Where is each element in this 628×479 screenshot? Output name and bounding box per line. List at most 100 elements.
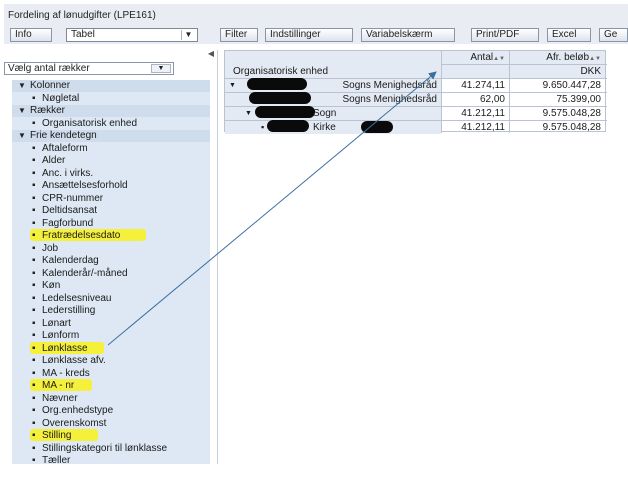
tree-item-label: Nøgletal [42,92,80,104]
tree-group-label: Kolonner [30,80,71,91]
tree-group-raekker[interactable]: ▼ Rækker [12,105,210,117]
cell-belob: 9.575.048,28 [542,122,601,133]
toolbar: Info Tabel ▼ Filter Indstillinger Variab… [10,28,628,44]
tree-group-label: Frie kendetegn [30,130,97,141]
collapse-triangle-icon[interactable]: ▼ [18,105,26,117]
collapse-triangle-icon[interactable]: ▼ [229,79,236,92]
collapse-triangle-icon[interactable]: ▼ [245,107,252,120]
tree-item-label: Job [42,242,59,254]
collapse-triangle-icon[interactable]: ▼ [18,130,26,142]
tree-item-label: Overenskomst [42,417,107,429]
filter-button[interactable]: Filter [220,28,258,42]
row-label: Sogns Menighedsråd [342,80,437,91]
left-panel: Vælg antal rækker ▼ ▼ Kolonner ▪ Nøgletal ▼ R… [4,50,218,466]
bullet-icon: ▪ [261,122,265,132]
tree-item-label: Org.enhedstype [42,405,114,416]
col-header-belob[interactable]: Afr. beløb▲▼ [509,51,605,64]
tree-item-label: Lønart [42,317,71,329]
col-header-antal[interactable]: Antal▲▼ [441,51,509,64]
bullet-icon: ▪ [32,342,36,354]
bullet-icon: ▪ [32,380,36,391]
tree-item-label: Lederstilling [42,305,96,316]
tree-item-label: Lønklasse afv. [42,355,106,366]
redaction-mark [361,121,393,133]
row-label: Sogns Menighedsråd [342,94,437,105]
bullet-icon: ▪ [32,242,36,254]
row-label: Sogn [313,108,337,119]
rows-count-select[interactable]: Vælg antal rækker ▼ [4,62,174,75]
bullet-icon: ▪ [32,367,36,379]
bullet-icon: ▪ [32,317,36,329]
tree-group-frie-kendetegn[interactable]: ▼ Frie kendetegn [12,130,210,142]
tree-item-label: Fratrædelsesdato [42,230,121,241]
info-button[interactable]: Info [10,28,52,42]
tree-group-kolonner[interactable]: ▼ Kolonner [12,80,210,92]
collapse-panel-icon[interactable]: ◀ [206,50,216,58]
unit-cell-antal [441,65,509,78]
tree-item-label: Kalenderår/-måned [42,267,128,279]
variable-screen-button[interactable]: Variabelskærm [361,28,455,42]
app-header: Fordeling af lønudgifter (LPE161) Info T… [4,4,628,44]
cell-antal: 41.274,11 [461,80,505,91]
settings-button[interactable]: Indstillinger [265,28,353,42]
bullet-icon: ▪ [32,117,36,129]
bullet-icon: ▪ [32,255,36,266]
bullet-icon: ▪ [32,455,36,466]
tree-item-label: Alder [42,155,66,166]
excel-button[interactable]: Excel [547,28,591,42]
col-header-belob-label: Afr. beløb [546,52,590,63]
tree-item-label: Lønklasse [42,342,88,354]
redaction-mark [249,92,311,104]
more-button[interactable]: Ge [599,28,628,42]
unit-label: DKK [509,65,605,78]
bullet-icon: ▪ [32,167,36,179]
bullet-icon: ▪ [32,430,36,441]
tree-item-label: Kalenderdag [42,255,99,266]
table-row-label[interactable]: ▪ Kirke [225,121,441,134]
redaction-mark [247,78,307,90]
bullet-icon: ▪ [32,180,36,191]
bullet-icon: ▪ [32,405,36,416]
print-pdf-button[interactable]: Print/PDF [471,28,539,42]
dimension-tree: ▼ Kolonner ▪ Nøgletal ▼ Rækker ▪ Organisatorisk… [12,80,210,466]
tree-item-label: Organisatorisk enhed [42,117,138,129]
bullet-icon: ▪ [32,330,36,341]
bullet-icon: ▪ [32,267,36,279]
row-label: Kirke [313,122,336,133]
view-select-value: Tabel [71,29,95,40]
pivot-table: Antal▲▼ Afr. beløb▲▼ DKK Organisatorisk … [224,50,607,134]
bullet-icon: ▪ [32,292,36,304]
bullet-icon: ▪ [32,230,36,241]
rows-count-select-label: Vælg antal rækker [8,63,90,74]
redaction-mark [255,106,315,118]
tree-group-label: Rækker [30,105,66,116]
bullet-icon: ▪ [32,155,36,166]
view-select[interactable]: Tabel ▼ [66,28,198,42]
bullet-icon: ▪ [32,305,36,316]
tree-item-label: Tæller [42,455,71,466]
bullet-icon: ▪ [32,205,36,216]
bullet-icon: ▪ [32,355,36,366]
sort-icon: ▲▼ [589,56,601,62]
collapse-triangle-icon[interactable]: ▼ [18,80,26,92]
page-title: Fordeling af lønudgifter (LPE161) [8,10,156,21]
tree-item-label: Stilling [42,430,72,441]
tree-item-label: Aftaleform [42,142,88,154]
cell-belob: 9.575.048,28 [542,108,601,119]
tree-item-label: Fagforbund [42,217,94,229]
chevron-down-icon: ▼ [181,30,195,40]
cell-belob: 75.399,00 [556,94,602,105]
tree-item-label: CPR-nummer [42,192,104,204]
cell-belob: 9.650.447,28 [542,80,601,91]
bullet-icon: ▪ [32,280,36,291]
bullet-icon: ▪ [32,417,36,429]
bullet-icon: ▪ [32,217,36,229]
bullet-icon: ▪ [32,442,36,454]
tree-item-label: Ledelsesniveau [42,292,112,304]
chevron-down-icon: ▼ [151,64,171,73]
tree-item-label: Lønform [42,330,80,341]
tree-item-label: MA - kreds [42,367,90,379]
bullet-icon: ▪ [32,142,36,154]
tree-item-label: Deltidsansat [42,205,98,216]
tree-item-label: Ansættelsesforhold [42,180,128,191]
